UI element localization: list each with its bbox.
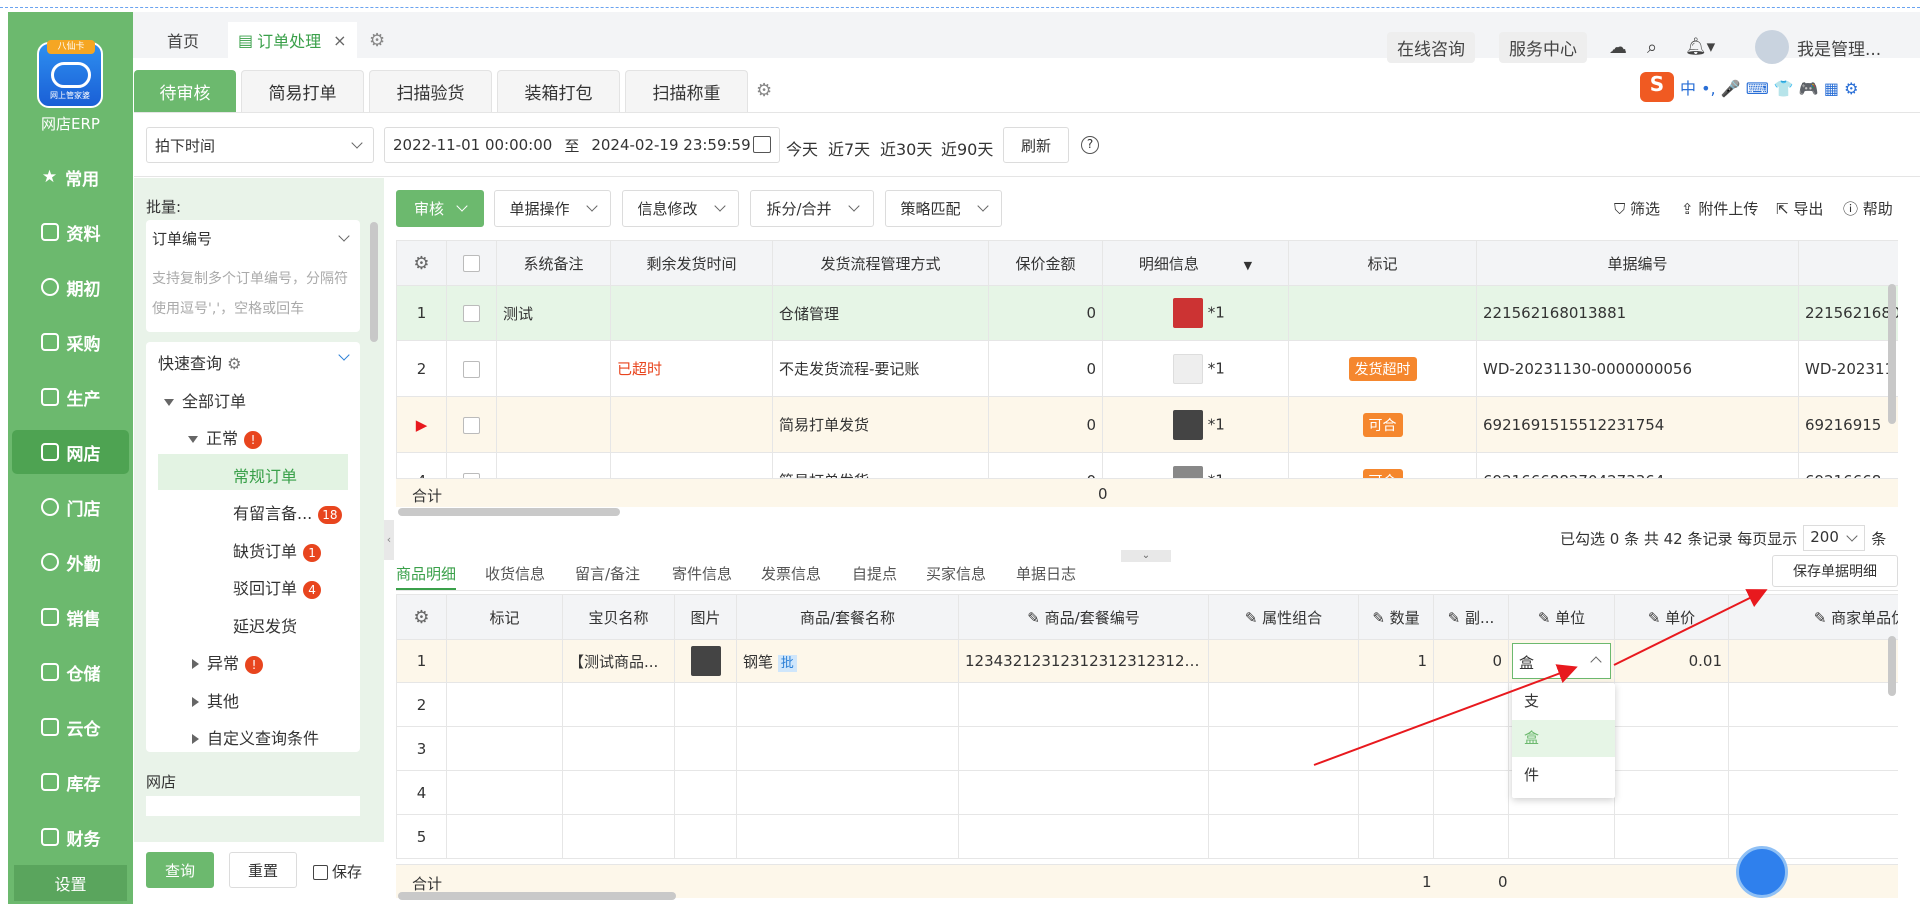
floating-assistant-button[interactable]	[1736, 846, 1788, 898]
annotation-arrows	[1313, 589, 1768, 766]
arrow-to-save	[1613, 589, 1768, 666]
arrow-to-unit	[1313, 664, 1578, 766]
